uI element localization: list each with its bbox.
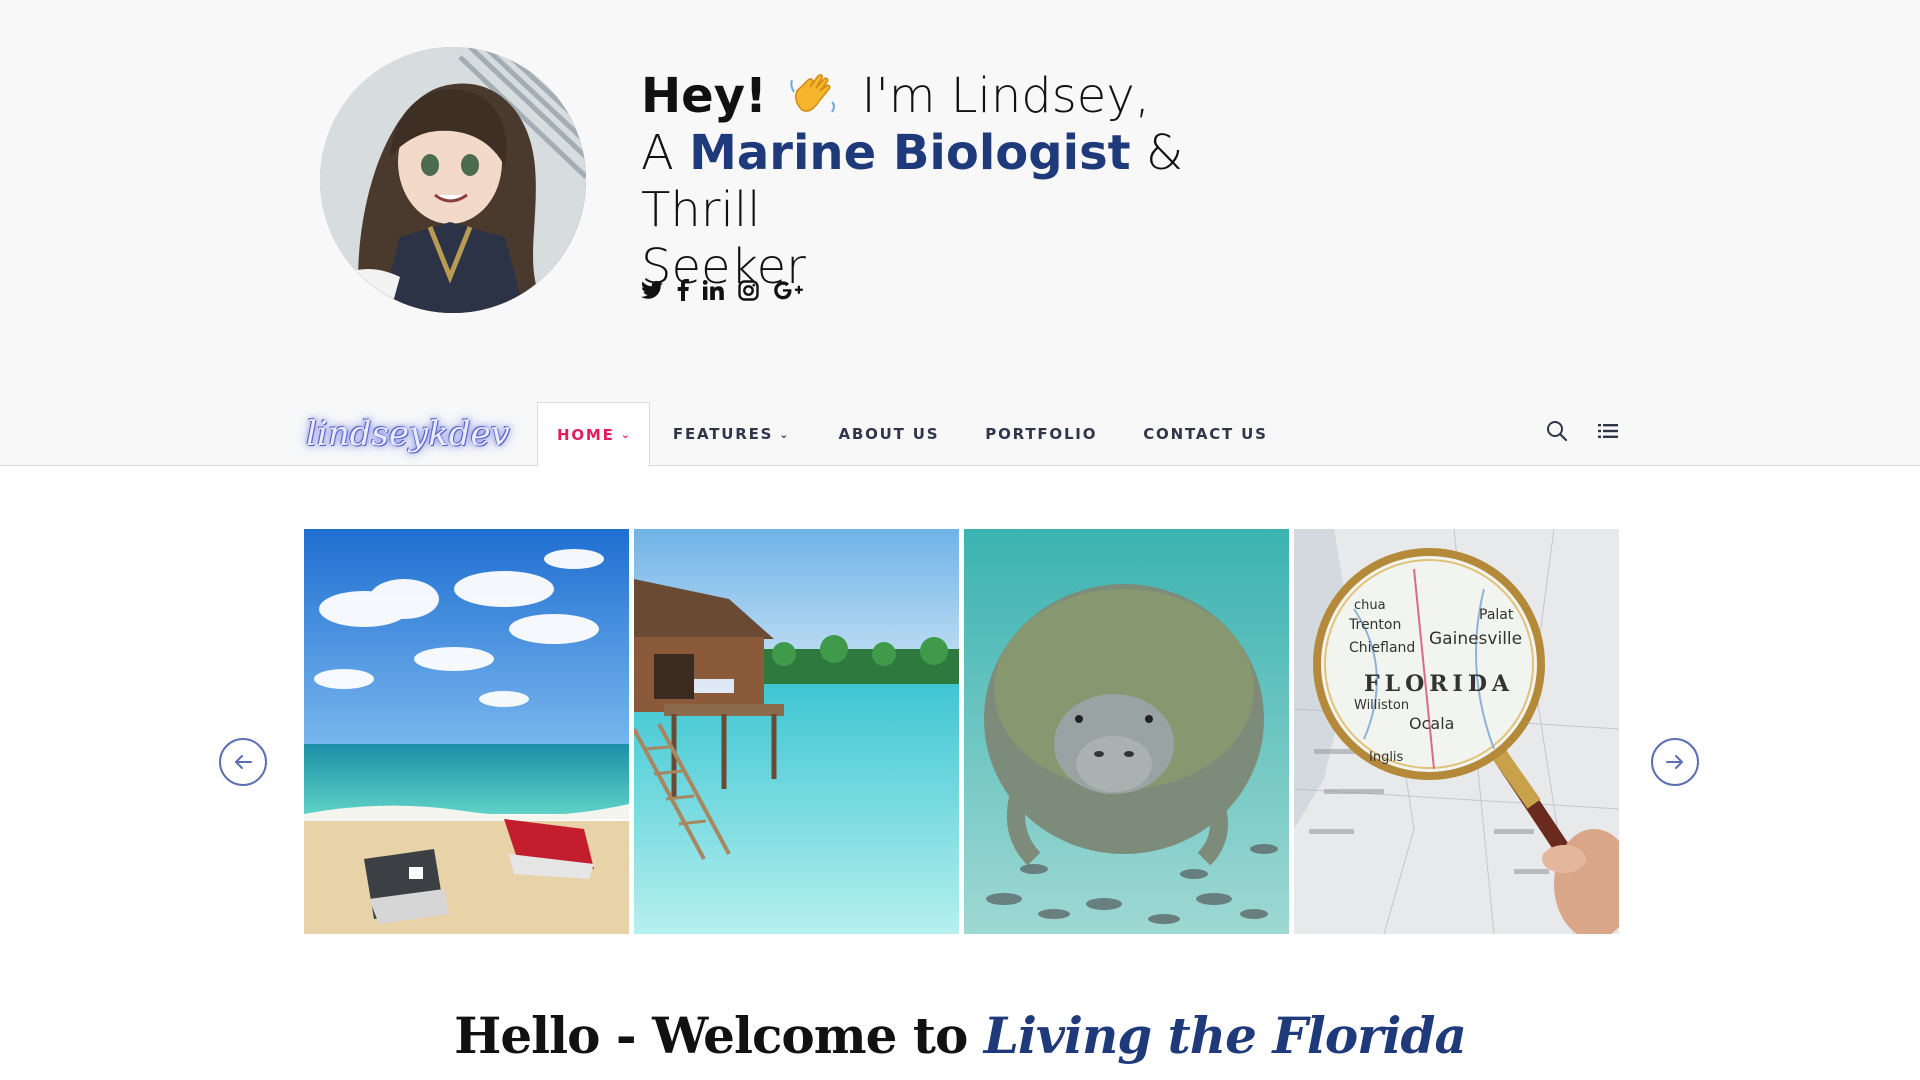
arrow-right-icon — [1666, 755, 1683, 769]
site-logo[interactable]: lindseykdev — [306, 410, 510, 458]
map-label: Williston — [1354, 698, 1409, 713]
image-carousel: chua Trenton Chiefland Gainesville Palat… — [304, 529, 1619, 934]
nav-item-home-label: HOME — [557, 425, 615, 444]
gallery-tile[interactable] — [634, 529, 959, 934]
welcome-emphasis: Living the Florida — [983, 1006, 1467, 1065]
map-label: Ocala — [1409, 714, 1454, 733]
hero-line-1: Hey! I'm Lindsey, — [641, 68, 1281, 125]
nav-item-portfolio[interactable]: PORTFOLIO — [962, 402, 1120, 466]
twitter-icon[interactable] — [641, 276, 663, 304]
map-label: Gainesville — [1429, 629, 1522, 649]
main-navbar: lindseykdev HOME ⌄ FEATURES ⌄ ABOUT US P… — [0, 402, 1920, 467]
nav-item-features-label: FEATURES — [672, 425, 774, 443]
waving-hand-icon — [790, 74, 836, 113]
nav-item-portfolio-label: PORTFOLIO — [985, 425, 1098, 443]
hero-section: Hey! I'm Lindsey, A Marine Biologist & T… — [0, 0, 1920, 465]
instagram-icon[interactable] — [738, 276, 759, 304]
facebook-icon[interactable] — [677, 276, 689, 304]
google-plus-icon[interactable] — [773, 276, 805, 304]
nav-item-features[interactable]: FEATURES ⌄ — [650, 402, 812, 466]
hero-role: Marine Biologist — [689, 125, 1131, 181]
map-label: Inglis — [1369, 750, 1404, 765]
hero-greeting: Hey! — [641, 68, 767, 124]
chevron-down-icon: ⌄ — [779, 427, 789, 441]
nav-item-about-us[interactable]: ABOUT US — [815, 402, 962, 466]
hero-line2-prefix: A — [641, 125, 674, 181]
search-icon[interactable] — [1546, 420, 1568, 442]
welcome-prefix: Hello - Welcome to — [454, 1006, 968, 1065]
hero-line-2: A Marine Biologist & Thrill — [641, 125, 1281, 239]
beach-jetskis-image — [304, 529, 629, 934]
social-links — [641, 276, 805, 304]
overwater-bungalow-image — [634, 529, 959, 934]
nav-menu: HOME ⌄ FEATURES ⌄ ABOUT US PORTFOLIO CON… — [537, 402, 1291, 467]
map-label: FLORIDA — [1364, 671, 1514, 697]
nav-item-contact-label: CONTACT US — [1143, 425, 1268, 443]
linkedin-icon[interactable] — [703, 276, 724, 304]
welcome-heading: Hello - Welcome to Living the Florida — [0, 1006, 1920, 1065]
manatee-image — [964, 529, 1289, 934]
chevron-down-icon: ⌄ — [620, 428, 630, 441]
carousel-next-button[interactable] — [1651, 738, 1699, 786]
nav-item-home[interactable]: HOME ⌄ — [537, 402, 650, 467]
nav-item-contact-us[interactable]: CONTACT US — [1120, 402, 1290, 466]
anime-portrait-image — [320, 47, 586, 313]
arrow-left-icon — [235, 755, 252, 769]
nav-tools — [1546, 420, 1618, 442]
gallery-tile[interactable] — [964, 529, 1289, 934]
map-label: Chiefland — [1349, 640, 1415, 656]
hero-headline: Hey! I'm Lindsey, A Marine Biologist & T… — [641, 68, 1281, 296]
list-menu-icon[interactable] — [1598, 422, 1618, 440]
profile-avatar — [320, 47, 586, 313]
carousel-prev-button[interactable] — [219, 738, 267, 786]
gallery-tile[interactable] — [304, 529, 629, 934]
map-label: Trenton — [1348, 617, 1401, 633]
map-label: Palat — [1479, 607, 1514, 623]
map-label: chua — [1354, 598, 1386, 613]
nav-item-about-label: ABOUT US — [838, 425, 940, 443]
florida-map-magnifier-image: chua Trenton Chiefland Gainesville Palat… — [1294, 529, 1619, 934]
gallery-tile[interactable]: chua Trenton Chiefland Gainesville Palat… — [1294, 529, 1619, 934]
hero-intro: I'm Lindsey, — [861, 68, 1150, 124]
